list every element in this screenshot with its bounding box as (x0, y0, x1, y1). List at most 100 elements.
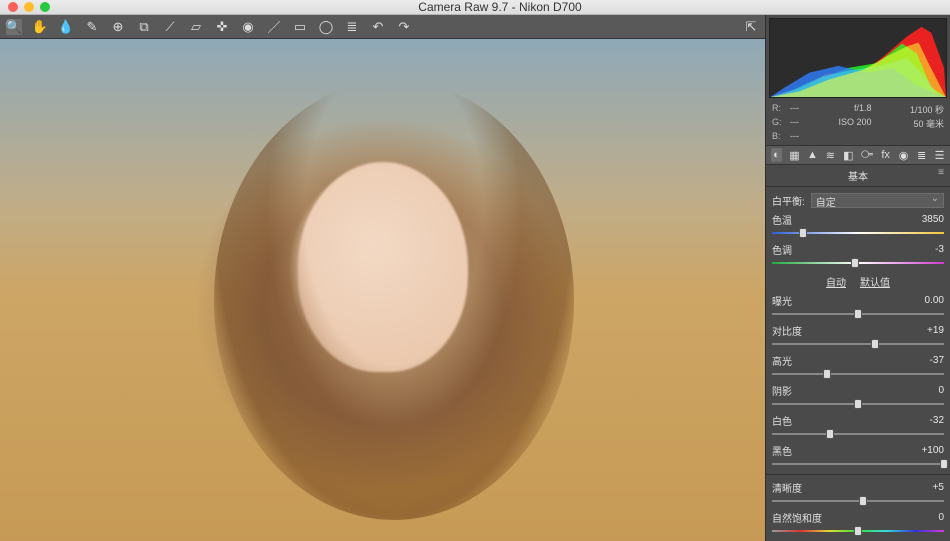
slider-thumb[interactable] (799, 228, 807, 238)
meta-g-label: G: (772, 117, 790, 130)
auto-link[interactable]: 自动 (826, 274, 846, 289)
panel-tab-3[interactable]: ≋ (825, 148, 836, 162)
colorsampler-icon[interactable]: ✎ (84, 19, 100, 35)
slider-shadows[interactable] (772, 399, 944, 409)
window: Camera Raw 9.7 - Nikon D700 🔍 ✋ 💧 ✎ ⊕ ⧉ ⟋ ▱ ✜ ◉ ／ ▭… (0, 0, 950, 541)
slider-thumb[interactable] (823, 369, 831, 379)
slider-exposure[interactable] (772, 309, 944, 319)
panel-tab-1[interactable]: ▦ (789, 148, 800, 162)
separator (766, 474, 950, 475)
slider-row-contrast: 对比度+19 (772, 323, 944, 338)
slider-track (772, 433, 944, 435)
slider-row-temp: 色温3850 (772, 212, 944, 227)
fullscreen-icon[interactable]: ⇱ (743, 19, 759, 35)
panel-tab-2[interactable]: ▲ (807, 148, 818, 162)
slider-thumb[interactable] (826, 429, 834, 439)
titlebar: Camera Raw 9.7 - Nikon D700 (0, 0, 950, 15)
crop-icon[interactable]: ⧉ (136, 19, 152, 35)
slider-vibrance[interactable] (772, 526, 944, 536)
meta-focal: 50 毫米 (872, 117, 945, 130)
slider-thumb[interactable] (854, 526, 862, 536)
panel-tab-9[interactable]: ☰ (934, 148, 945, 162)
slider-label-highlights: 高光 (772, 353, 792, 368)
slider-value-whites: -32 (792, 415, 944, 426)
slider-track (772, 343, 944, 345)
slider-label-shadows: 阴影 (772, 383, 792, 398)
slider-label-contrast: 对比度 (772, 323, 802, 338)
wb-label: 白平衡: (772, 193, 805, 208)
panel-tab-0[interactable]: ◐ (771, 148, 782, 162)
brush-icon[interactable]: ／ (266, 19, 282, 35)
basic-panel: 白平衡: 自定 色温3850 色调-3 自动 默认值 曝光0.00 对比度+19 高光… (766, 187, 950, 541)
slider-thumb[interactable] (871, 339, 879, 349)
transform-icon[interactable]: ▱ (188, 19, 204, 35)
close-icon[interactable] (8, 2, 18, 12)
slider-thumb[interactable] (854, 309, 862, 319)
slider-value-clarity: +5 (802, 482, 944, 493)
slider-row-highlights: 高光-37 (772, 353, 944, 368)
wb-row: 白平衡: 自定 (772, 193, 944, 208)
straighten-icon[interactable]: ⟋ (162, 19, 178, 35)
histogram[interactable] (769, 18, 947, 98)
toolbar: 🔍 ✋ 💧 ✎ ⊕ ⧉ ⟋ ▱ ✜ ◉ ／ ▭ ◯ ≣ ↶ ↷ ⇱ (0, 15, 765, 39)
maximize-icon[interactable] (40, 2, 50, 12)
slider-value-highlights: -37 (792, 355, 944, 366)
slider-blacks[interactable] (772, 459, 944, 469)
zoom-icon[interactable]: 🔍 (6, 19, 22, 35)
panel-tab-4[interactable]: ◧ (843, 148, 854, 162)
slider-track (772, 463, 944, 465)
meta-g: --- (790, 117, 799, 130)
whitebalance-icon[interactable]: 💧 (58, 19, 74, 35)
panel-tabs: ◐ ▦ ▲ ≋ ◧ ⧃ fx ◉ ≣ ☰ (766, 145, 950, 165)
slider-value-vibrance: 0 (822, 512, 944, 523)
panel-title: 基本 (766, 165, 950, 187)
slider-thumb[interactable] (940, 459, 948, 469)
default-link[interactable]: 默认值 (860, 274, 890, 289)
slider-value-shadows: 0 (792, 385, 944, 396)
gradient-icon[interactable]: ▭ (292, 19, 308, 35)
slider-contrast[interactable] (772, 339, 944, 349)
slider-label-temp: 色温 (772, 212, 792, 227)
target-icon[interactable]: ⊕ (110, 19, 126, 35)
slider-row-blacks: 黑色+100 (772, 443, 944, 458)
hand-icon[interactable]: ✋ (32, 19, 48, 35)
slider-row-whites: 白色-32 (772, 413, 944, 428)
wb-select[interactable]: 自定 (811, 193, 944, 208)
panel-tab-5[interactable]: ⧃ (861, 148, 873, 162)
slider-row-vibrance: 自然饱和度0 (772, 510, 944, 525)
traffic-lights (8, 2, 50, 12)
slider-temp[interactable] (772, 228, 944, 238)
slider-thumb[interactable] (859, 496, 867, 506)
panel-tab-6[interactable]: fx (880, 148, 891, 162)
slider-row-clarity: 清晰度+5 (772, 480, 944, 495)
minimize-icon[interactable] (24, 2, 34, 12)
image-preview[interactable] (0, 39, 765, 541)
panel-tab-8[interactable]: ≣ (916, 148, 927, 162)
slider-value-exposure: 0.00 (792, 295, 944, 306)
slider-whites[interactable] (772, 429, 944, 439)
radial-icon[interactable]: ◯ (318, 19, 334, 35)
slider-highlights[interactable] (772, 369, 944, 379)
meta-iso: ISO 200 (799, 117, 872, 130)
prefs-icon[interactable]: ≣ (344, 19, 360, 35)
body: 🔍✋💧✎⊕⧉⟋▱✜◉／▭◯≣↶↷ ⇱ ⊞ 50% ⌄ 秋 (14).NEF Y … (0, 15, 950, 541)
slider-thumb[interactable] (854, 399, 862, 409)
meta-aperture: f/1.8 (799, 103, 872, 116)
slider-row-tint: 色调-3 (772, 242, 944, 257)
spot-icon[interactable]: ✜ (214, 19, 230, 35)
slider-track (772, 232, 944, 234)
wb-value: 自定 (816, 198, 836, 209)
slider-clarity[interactable] (772, 496, 944, 506)
rotate-cw-icon[interactable]: ↷ (396, 19, 412, 35)
meta-r-label: R: (772, 103, 790, 116)
panel-tab-7[interactable]: ◉ (898, 148, 909, 162)
slider-row-exposure: 曝光0.00 (772, 293, 944, 308)
right-panel: R:--- f/1.8 1/100 秒 G:--- ISO 200 50 毫米 … (766, 15, 950, 541)
redeye-icon[interactable]: ◉ (240, 19, 256, 35)
slider-thumb[interactable] (851, 258, 859, 268)
rotate-ccw-icon[interactable]: ↶ (370, 19, 386, 35)
slider-label-tint: 色调 (772, 242, 792, 257)
slider-tint[interactable] (772, 258, 944, 268)
slider-label-vibrance: 自然饱和度 (772, 510, 822, 525)
slider-value-tint: -3 (792, 244, 944, 255)
